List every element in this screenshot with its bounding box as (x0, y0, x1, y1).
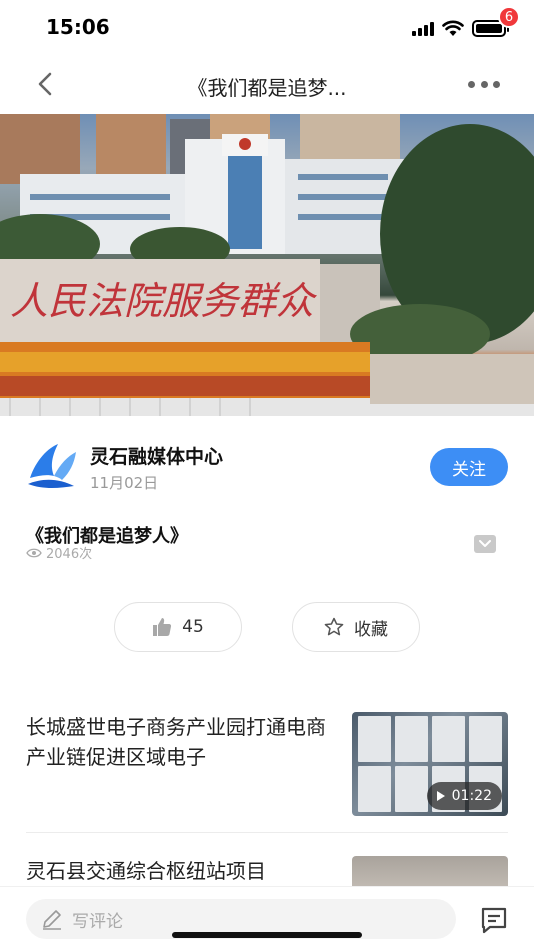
video-duration: 01:22 (426, 782, 502, 810)
home-indicator[interactable] (172, 932, 362, 938)
view-count: 2046次 (26, 543, 92, 562)
status-bar: 15:06 (0, 0, 534, 56)
comments-icon[interactable] (478, 903, 510, 935)
related-item-title: 灵石县交通综合枢纽站项目 (26, 859, 266, 883)
related-item[interactable]: 长城盛世电子商务产业园打通电商产业链促进区域电子 01:22 (26, 712, 508, 816)
publish-date: 11月02日 (90, 474, 159, 492)
video-thumbnail: 01:22 (352, 712, 508, 816)
related-item[interactable]: 灵石县交通综合枢纽站项目 (26, 856, 508, 886)
comment-count-badge: 6 (498, 6, 520, 28)
like-button[interactable]: 45 (114, 602, 242, 652)
sign-text: 人民法院服务群众 (10, 279, 318, 323)
dot-icon (480, 80, 488, 88)
page-title: 《我们都是追梦... (187, 76, 347, 100)
divider (26, 832, 508, 833)
wifi-icon (442, 20, 464, 36)
video-frame: 人民法院服务群众 (0, 114, 534, 416)
related-item-title: 长城盛世电子商务产业园打通电商产业链促进区域电子 (26, 715, 326, 769)
cellular-signal-icon (412, 22, 434, 36)
comment-placeholder: 写评论 (72, 911, 123, 932)
back-button[interactable] (30, 68, 62, 100)
like-count: 45 (182, 617, 204, 637)
author-section: 灵石融媒体中心 11月02日 关注 (0, 436, 534, 502)
expand-button[interactable] (474, 535, 496, 553)
more-options-button[interactable] (464, 68, 504, 100)
author-avatar[interactable] (24, 438, 80, 494)
star-icon (324, 617, 344, 636)
dot-icon (493, 80, 500, 88)
bottom-bar: 写评论 (0, 886, 534, 950)
chevron-down-icon (479, 540, 491, 547)
play-icon (436, 791, 445, 801)
author-name[interactable]: 灵石融媒体中心 (90, 442, 223, 469)
status-time: 15:06 (46, 15, 110, 39)
pencil-icon (43, 910, 61, 930)
favorite-button[interactable]: 收藏 (292, 602, 420, 652)
follow-button[interactable]: 关注 (430, 448, 508, 486)
nav-bar: 《我们都是追梦... (0, 56, 534, 114)
image-thumbnail (352, 856, 508, 886)
dot-icon (468, 80, 475, 88)
eye-icon (26, 548, 42, 557)
chevron-left-icon (38, 72, 52, 96)
view-count-text: 2046次 (46, 547, 93, 562)
favorite-label: 收藏 (354, 619, 388, 640)
video-player[interactable]: 人民法院服务群众 (0, 114, 534, 416)
duration-text: 01:22 (451, 788, 492, 804)
thumbs-up-icon (153, 618, 172, 636)
